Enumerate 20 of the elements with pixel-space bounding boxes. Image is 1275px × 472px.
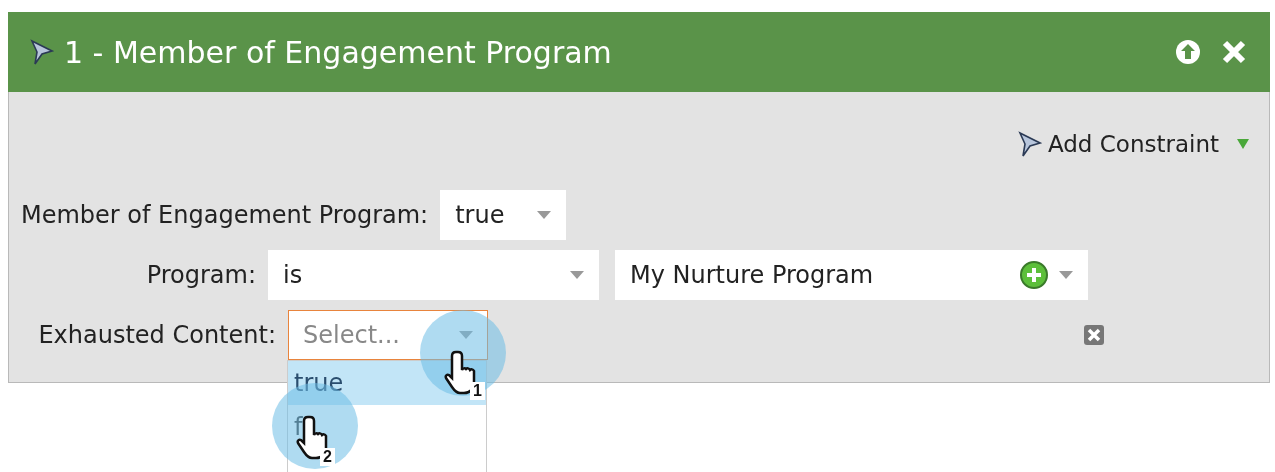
delete-icon[interactable] — [1083, 324, 1105, 346]
add-constraint-button[interactable]: Add Constraint — [1017, 130, 1219, 158]
caret-icon — [459, 331, 473, 339]
select-field[interactable]: is — [268, 250, 599, 300]
caret-icon — [537, 211, 552, 219]
select-field[interactable]: My Nurture Program — [615, 250, 1088, 300]
move-up-icon[interactable] — [1174, 38, 1202, 66]
step-number: 1 — [470, 382, 485, 400]
close-icon[interactable] — [1220, 38, 1248, 66]
field-label: Program: — [145, 261, 256, 289]
step-number: 2 — [320, 448, 335, 466]
dropdown-triangle-icon[interactable] — [1237, 139, 1249, 149]
add-icon[interactable] — [1019, 260, 1049, 290]
select-field[interactable]: Select... — [288, 310, 488, 360]
select-field[interactable]: true — [440, 190, 567, 240]
field-label: Exhausted Content: — [37, 321, 276, 349]
caret-icon — [570, 271, 584, 279]
panel-title: 1 - Member of Engagement Program — [64, 34, 613, 70]
field-label: Member of Engagement Program: — [21, 201, 429, 229]
caret-icon — [1059, 271, 1073, 279]
